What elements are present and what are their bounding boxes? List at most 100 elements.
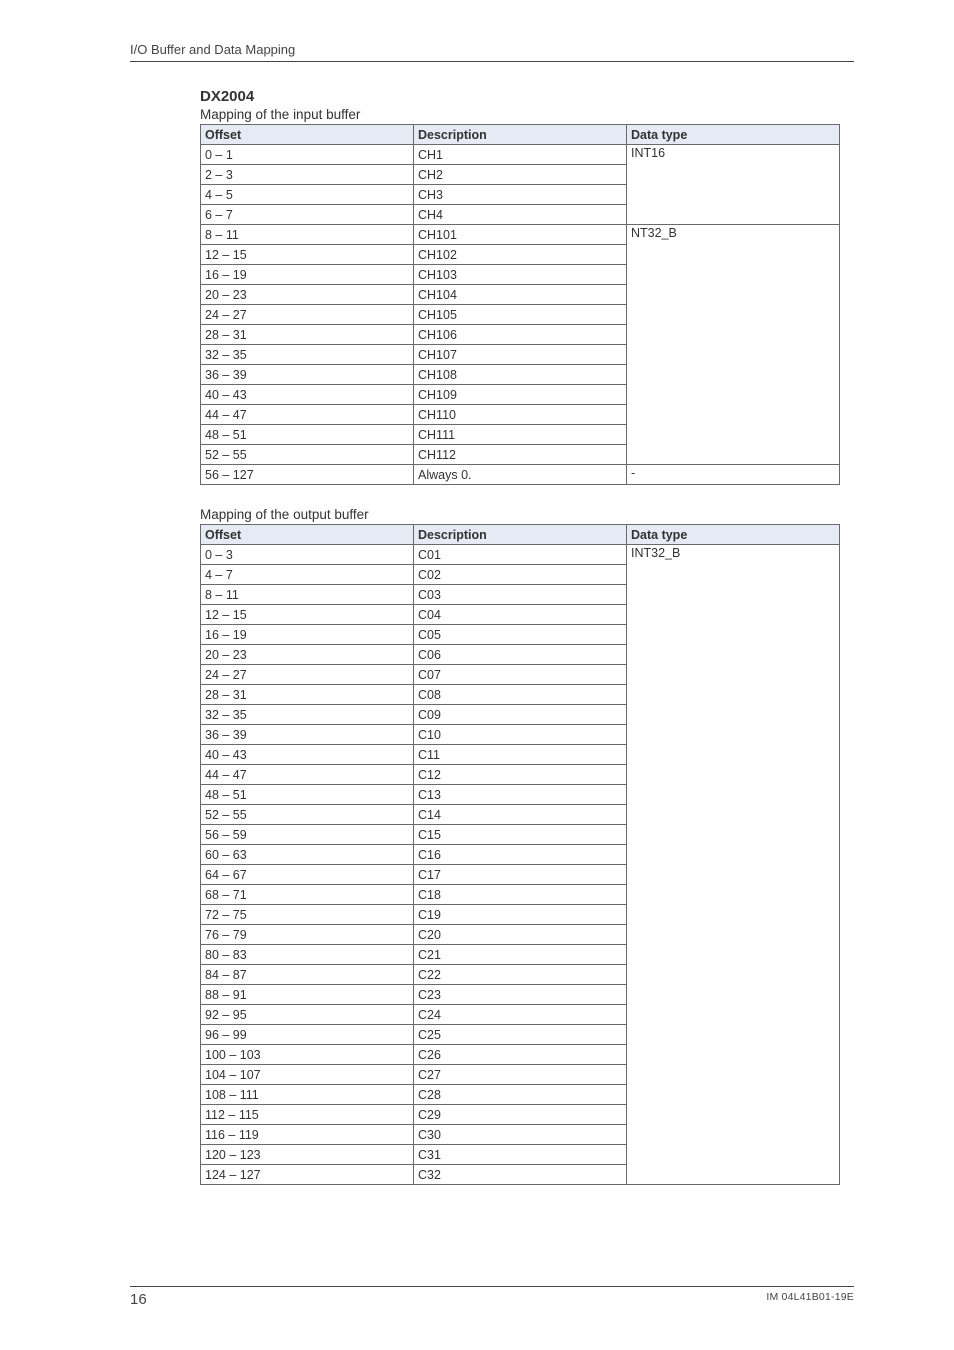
cell-offset: 28 – 31 <box>201 325 414 345</box>
cell-description: C21 <box>414 945 627 965</box>
cell-datatype: INT16 <box>627 145 840 225</box>
cell-description: C32 <box>414 1165 627 1185</box>
th-offset: Offset <box>201 125 414 145</box>
cell-offset: 56 – 127 <box>201 465 414 485</box>
cell-offset: 40 – 43 <box>201 745 414 765</box>
cell-offset: 64 – 67 <box>201 865 414 885</box>
table2-body: 0 – 3C01INT32_B4 – 7C028 – 11C0312 – 15C… <box>201 545 840 1185</box>
cell-offset: 16 – 19 <box>201 265 414 285</box>
cell-description: C23 <box>414 985 627 1005</box>
table-row: 56 – 127Always 0.- <box>201 465 840 485</box>
cell-offset: 72 – 75 <box>201 905 414 925</box>
cell-description: C13 <box>414 785 627 805</box>
cell-description: C12 <box>414 765 627 785</box>
cell-description: C18 <box>414 885 627 905</box>
cell-offset: 104 – 107 <box>201 1065 414 1085</box>
th-description: Description <box>414 525 627 545</box>
cell-offset: 2 – 3 <box>201 165 414 185</box>
cell-offset: 28 – 31 <box>201 685 414 705</box>
cell-description: C03 <box>414 585 627 605</box>
cell-description: C06 <box>414 645 627 665</box>
cell-offset: 76 – 79 <box>201 925 414 945</box>
cell-description: C01 <box>414 545 627 565</box>
cell-offset: 16 – 19 <box>201 625 414 645</box>
cell-description: C08 <box>414 685 627 705</box>
cell-description: CH105 <box>414 305 627 325</box>
cell-description: C27 <box>414 1065 627 1085</box>
cell-description: C11 <box>414 745 627 765</box>
cell-description: CH101 <box>414 225 627 245</box>
cell-offset: 68 – 71 <box>201 885 414 905</box>
output-buffer-table: Offset Description Data type 0 – 3C01INT… <box>200 524 840 1185</box>
cell-description: CH3 <box>414 185 627 205</box>
cell-offset: 0 – 1 <box>201 145 414 165</box>
cell-description: C25 <box>414 1025 627 1045</box>
cell-description: CH108 <box>414 365 627 385</box>
cell-description: C04 <box>414 605 627 625</box>
cell-offset: 20 – 23 <box>201 285 414 305</box>
th-datatype: Data type <box>627 125 840 145</box>
page-number: 16 <box>130 1291 147 1308</box>
cell-offset: 52 – 55 <box>201 445 414 465</box>
th-offset: Offset <box>201 525 414 545</box>
table1-body: 0 – 1CH1INT162 – 3CH24 – 5CH36 – 7CH48 –… <box>201 145 840 485</box>
input-buffer-table: Offset Description Data type 0 – 1CH1INT… <box>200 124 840 485</box>
cell-offset: 8 – 11 <box>201 585 414 605</box>
cell-offset: 96 – 99 <box>201 1025 414 1045</box>
cell-description: CH111 <box>414 425 627 445</box>
cell-offset: 32 – 35 <box>201 345 414 365</box>
cell-offset: 12 – 15 <box>201 605 414 625</box>
cell-datatype: INT32_B <box>627 545 840 1185</box>
cell-offset: 80 – 83 <box>201 945 414 965</box>
cell-description: C07 <box>414 665 627 685</box>
cell-description: C15 <box>414 825 627 845</box>
cell-offset: 60 – 63 <box>201 845 414 865</box>
cell-description: C24 <box>414 1005 627 1025</box>
cell-datatype: - <box>627 465 840 485</box>
table-header-row: Offset Description Data type <box>201 125 840 145</box>
cell-offset: 32 – 35 <box>201 705 414 725</box>
cell-offset: 36 – 39 <box>201 365 414 385</box>
cell-offset: 44 – 47 <box>201 765 414 785</box>
cell-description: CH110 <box>414 405 627 425</box>
cell-offset: 4 – 7 <box>201 565 414 585</box>
page-footer: 16 IM 04L41B01-19E <box>0 1286 954 1308</box>
cell-description: C17 <box>414 865 627 885</box>
table-row: 0 – 3C01INT32_B <box>201 545 840 565</box>
cell-description: C22 <box>414 965 627 985</box>
cell-offset: 4 – 5 <box>201 185 414 205</box>
cell-offset: 52 – 55 <box>201 805 414 825</box>
cell-description: CH103 <box>414 265 627 285</box>
cell-description: CH104 <box>414 285 627 305</box>
cell-description: C31 <box>414 1145 627 1165</box>
cell-offset: 44 – 47 <box>201 405 414 425</box>
table-row: 0 – 1CH1INT16 <box>201 145 840 165</box>
cell-offset: 0 – 3 <box>201 545 414 565</box>
th-description: Description <box>414 125 627 145</box>
cell-offset: 84 – 87 <box>201 965 414 985</box>
cell-description: C16 <box>414 845 627 865</box>
cell-offset: 8 – 11 <box>201 225 414 245</box>
cell-description: Always 0. <box>414 465 627 485</box>
table-header-row: Offset Description Data type <box>201 525 840 545</box>
cell-offset: 12 – 15 <box>201 245 414 265</box>
cell-offset: 56 – 59 <box>201 825 414 845</box>
th-datatype: Data type <box>627 525 840 545</box>
cell-offset: 112 – 115 <box>201 1105 414 1125</box>
cell-offset: 108 – 111 <box>201 1085 414 1105</box>
doc-code: IM 04L41B01-19E <box>766 1291 854 1308</box>
cell-description: CH109 <box>414 385 627 405</box>
table1-caption: Mapping of the input buffer <box>200 107 854 122</box>
cell-description: C20 <box>414 925 627 945</box>
cell-offset: 88 – 91 <box>201 985 414 1005</box>
table-row: 8 – 11CH101NT32_B <box>201 225 840 245</box>
section-header: I/O Buffer and Data Mapping <box>130 42 854 62</box>
cell-description: C09 <box>414 705 627 725</box>
cell-description: CH1 <box>414 145 627 165</box>
cell-description: CH106 <box>414 325 627 345</box>
cell-description: C05 <box>414 625 627 645</box>
cell-description: CH2 <box>414 165 627 185</box>
device-heading: DX2004 <box>200 88 854 105</box>
cell-offset: 120 – 123 <box>201 1145 414 1165</box>
cell-offset: 20 – 23 <box>201 645 414 665</box>
